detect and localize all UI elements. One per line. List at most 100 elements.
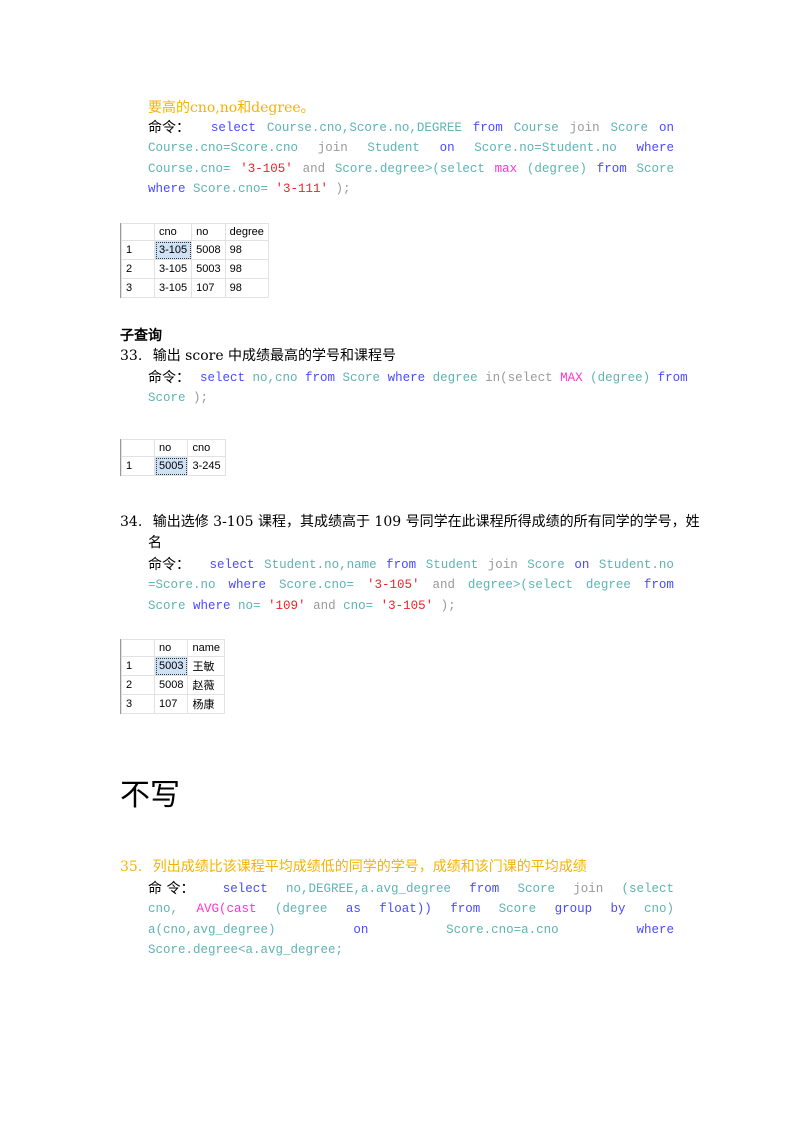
grid-cell[interactable]: 107 (153, 694, 189, 714)
grid-cell[interactable]: 5003 (153, 656, 189, 676)
sql-block: 命令： select no,cno from Score where degree in(se… (148, 368, 688, 409)
sql-token: Score.cno= (193, 181, 269, 196)
column-header[interactable]: no (153, 639, 189, 657)
sql-token: as (345, 902, 361, 917)
grid-cell[interactable]: 5008 (153, 675, 189, 695)
column-header[interactable] (121, 439, 155, 457)
grid-header-row: no name (121, 639, 226, 657)
column-header[interactable] (121, 639, 155, 657)
sql-token: Score.no=Student.no (474, 141, 617, 156)
row-number[interactable]: 1 (121, 240, 155, 260)
result-grid-33: no cno 1 5005 3-245 (120, 439, 226, 476)
row-number[interactable]: 1 (121, 456, 155, 476)
grid-cell[interactable]: 3-105 (153, 240, 193, 260)
sql-token: no= (238, 598, 261, 613)
sql-token: select (209, 558, 255, 572)
subquery-heading: 子查询 (120, 328, 162, 344)
sql-token: on (574, 558, 590, 572)
table-row[interactable]: 1 5003 王敏 (121, 656, 226, 676)
sql-token: cno= (343, 598, 374, 613)
sql-token: Student.no,name (264, 558, 377, 572)
sql-token: Score (498, 902, 537, 917)
sql-token: where (228, 578, 266, 593)
column-header[interactable]: cno (153, 223, 193, 241)
sql-token: Student (425, 558, 479, 572)
column-header[interactable]: name (187, 639, 226, 657)
sql-token: by (610, 902, 626, 917)
sql-token: Score (148, 598, 186, 613)
sql-line: 命令： select Student.no,name from Student join S… (148, 555, 674, 575)
grid-cell[interactable]: 3-105 (153, 259, 193, 279)
sql-token: '3-105' (380, 598, 434, 613)
sql-token: cno, (148, 902, 179, 917)
sql-token: from (450, 902, 481, 917)
sql-line: 命 令： select no,DEGREE,a.avg_degree from Scor… (148, 879, 674, 899)
command-label: 命令： (148, 557, 190, 573)
column-header[interactable]: cno (187, 439, 226, 457)
sql-token: join (569, 121, 600, 135)
sql-token: '3-111' (275, 181, 329, 196)
row-number[interactable]: 2 (121, 259, 155, 279)
column-header[interactable] (121, 223, 155, 241)
sql-token: select (200, 371, 246, 385)
note-big: 不写 (120, 778, 180, 813)
row-number[interactable]: 1 (121, 656, 155, 676)
sql-token: '109' (268, 598, 306, 613)
sql-token: from (657, 371, 688, 385)
table-row[interactable]: 2 3-105 5003 98 (121, 259, 269, 279)
sql-token: Score (517, 882, 555, 896)
grid-cell[interactable]: 王敏 (187, 656, 226, 676)
grid-cell[interactable]: 5005 (153, 456, 189, 476)
row-number[interactable]: 3 (121, 278, 155, 298)
sql-token: no,DEGREE,a.avg_degree (285, 882, 451, 896)
column-header[interactable]: degree (224, 223, 269, 241)
sql-token: from (305, 371, 336, 385)
sql-token: and (432, 578, 455, 593)
sql-token: where (387, 371, 426, 385)
sql-token: AVG(cast (196, 902, 257, 917)
sql-line: =Score.no where Score.cno= '3-105' and degree… (148, 575, 674, 595)
section1-command: 命令： select Course.cno,Score.no,DEGREE from C… (148, 118, 674, 199)
sql-token: Student (367, 141, 420, 156)
grid-cell[interactable]: 5008 (191, 240, 226, 260)
sql-token: where (636, 922, 674, 937)
table-row[interactable]: 3 3-105 107 98 (121, 278, 269, 298)
sql-token: Course.cno= (148, 161, 231, 176)
grid-cell[interactable]: 杨康 (187, 694, 226, 714)
sql-block: 命令： select Student.no,name from Student join S… (148, 555, 674, 616)
grid-cell[interactable]: 5003 (191, 259, 226, 279)
sql-token: in(select (485, 371, 553, 385)
sql-token: (select (621, 882, 674, 896)
grid-cell[interactable]: 98 (224, 259, 269, 279)
table-row[interactable]: 2 5008 赵薇 (121, 675, 226, 695)
sql-token: '3-105' (240, 161, 293, 176)
column-header[interactable]: no (191, 223, 226, 241)
command-label: 命令： (148, 120, 190, 136)
column-header[interactable]: no (153, 439, 189, 457)
sql-token: Score (636, 161, 674, 176)
command-label: 命令： (148, 370, 190, 386)
grid-cell[interactable]: 赵薇 (187, 675, 226, 695)
grid-cell[interactable]: 3-245 (187, 456, 226, 476)
sql-token: Course (513, 121, 559, 135)
sql-token: (degree) (526, 161, 587, 176)
q34-command: 命令： select Student.no,name from Student join S… (148, 555, 674, 616)
grid-header-row: no cno (121, 439, 226, 457)
table-row[interactable]: 3 107 杨康 (121, 694, 226, 714)
sql-token: from (472, 121, 503, 135)
q34-text-line1: 输出选修 3-105 课程，其成绩高于 109 号同学在此课程所得成绩的所有同学… (152, 514, 700, 530)
sql-token: on (353, 922, 369, 937)
grid-cell[interactable]: 107 (191, 278, 226, 298)
sql-token: Score.cno= (278, 578, 354, 593)
grid-cell[interactable]: 98 (224, 278, 269, 298)
q35-text: 列出成绩比该课程平均成绩低的同学的学号，成绩和该门课的平均成绩 (152, 859, 587, 875)
grid-cell[interactable]: 98 (224, 240, 269, 260)
sql-token: Score.degree<a.avg_degree; (148, 942, 344, 957)
table-row[interactable]: 1 3-105 5008 98 (121, 240, 269, 260)
command-label: 命 令： (148, 881, 195, 897)
row-number[interactable]: 3 (121, 694, 155, 714)
grid-cell[interactable]: 3-105 (153, 278, 193, 298)
row-number[interactable]: 2 (121, 675, 155, 695)
sql-line: Score where no= '109' and cno= '3-105'); (148, 596, 674, 616)
table-row[interactable]: 1 5005 3-245 (121, 456, 226, 476)
